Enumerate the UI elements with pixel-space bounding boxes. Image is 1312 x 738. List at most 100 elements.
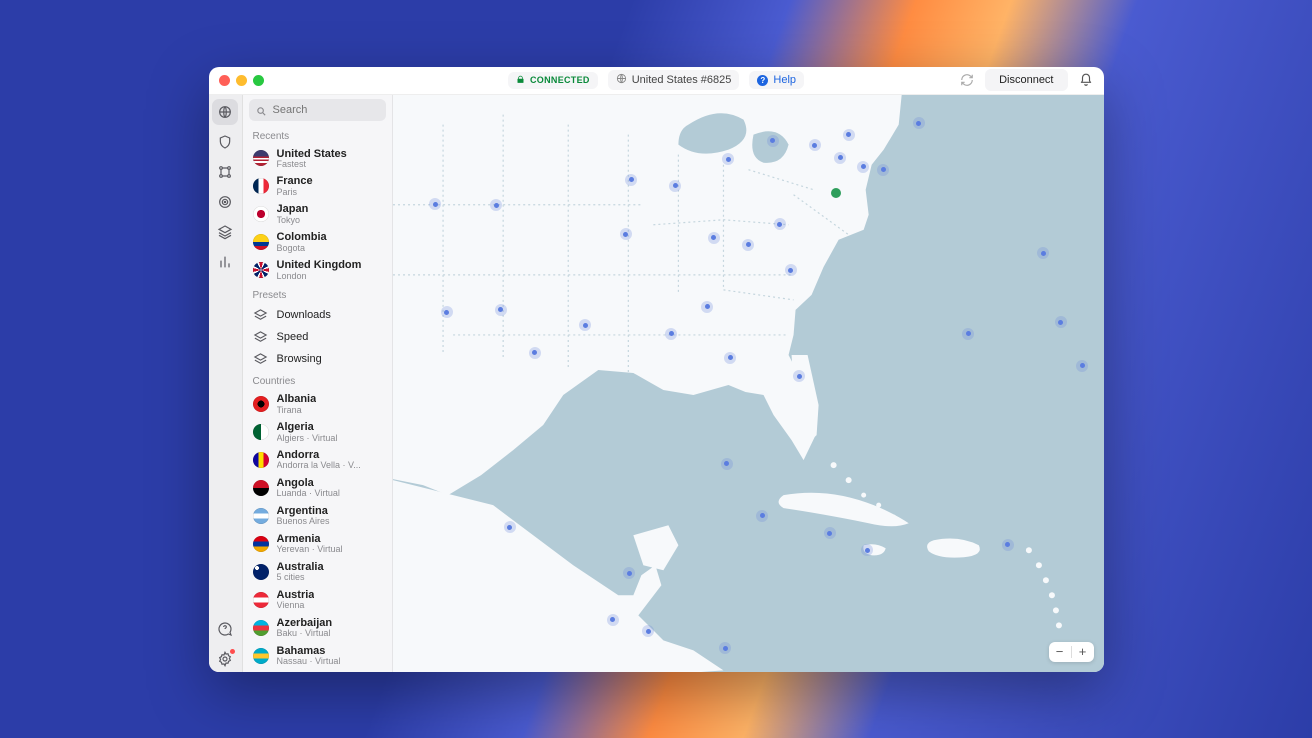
map-marker[interactable] xyxy=(441,306,453,318)
country-algeria[interactable]: Algeria Algiers · Virtual xyxy=(243,418,392,446)
map-marker[interactable] xyxy=(843,129,855,141)
nav-layers[interactable] xyxy=(212,219,238,245)
entry-sub: Baku · Virtual xyxy=(277,629,333,639)
country-angola[interactable]: Angola Luanda · Virtual xyxy=(243,474,392,502)
help-pill[interactable]: ? Help xyxy=(749,71,804,89)
flag-icon xyxy=(253,648,269,664)
zoom-control: − + xyxy=(1049,642,1094,662)
entry-name: Austria xyxy=(277,589,315,601)
layers-icon xyxy=(253,307,269,323)
nav-stats[interactable] xyxy=(212,249,238,275)
sidebar-scroll[interactable]: Recents United States Fastest France Par… xyxy=(243,125,392,672)
flag-icon xyxy=(253,592,269,608)
entry-sub: Buenos Aires xyxy=(277,517,330,527)
map-marker[interactable] xyxy=(1076,360,1088,372)
zoom-out-button[interactable]: − xyxy=(1049,642,1071,662)
country-armenia[interactable]: Armenia Yerevan · Virtual xyxy=(243,530,392,558)
map-marker[interactable] xyxy=(824,527,836,539)
nav-radar[interactable] xyxy=(212,189,238,215)
entry-sub: Bogota xyxy=(277,244,327,254)
entry-name: Angola xyxy=(277,477,340,489)
map-marker[interactable] xyxy=(913,117,925,129)
map-marker[interactable] xyxy=(877,164,889,176)
map-marker[interactable] xyxy=(756,510,768,522)
preset-label: Downloads xyxy=(277,309,331,321)
recent-united-states[interactable]: United States Fastest xyxy=(243,145,392,173)
map-marker[interactable] xyxy=(857,161,869,173)
section-countries: Countries xyxy=(243,370,392,390)
country-argentina[interactable]: Argentina Buenos Aires xyxy=(243,502,392,530)
lock-icon xyxy=(516,75,525,86)
map-marker[interactable] xyxy=(724,352,736,364)
minimize-window-icon[interactable] xyxy=(236,75,247,86)
server-label: United States #6825 xyxy=(632,74,732,86)
entry-name: United States xyxy=(277,148,347,160)
country-australia[interactable]: Australia 5 cities xyxy=(243,558,392,586)
flag-icon xyxy=(253,150,269,166)
entry-sub: Andorra la Vella · V... xyxy=(277,461,361,471)
country-austria[interactable]: Austria Vienna xyxy=(243,586,392,614)
entry-name: Albania xyxy=(277,393,317,405)
search-input[interactable] xyxy=(249,99,386,121)
zoom-in-button[interactable]: + xyxy=(1072,642,1094,662)
map-marker[interactable] xyxy=(504,521,516,533)
map-marker[interactable] xyxy=(1002,539,1014,551)
preset-speed[interactable]: Speed xyxy=(243,326,392,348)
recent-colombia[interactable]: Colombia Bogota xyxy=(243,228,392,256)
entry-name: United Kingdom xyxy=(277,259,362,271)
search-icon xyxy=(256,104,267,122)
server-pill[interactable]: United States #6825 xyxy=(608,70,740,90)
sidebar: Recents United States Fastest France Par… xyxy=(243,95,393,672)
recent-japan[interactable]: Japan Tokyo xyxy=(243,200,392,228)
maximize-window-icon[interactable] xyxy=(253,75,264,86)
entry-sub: London xyxy=(277,272,362,282)
flag-icon xyxy=(253,480,269,496)
map-marker[interactable] xyxy=(607,614,619,626)
map-marker[interactable] xyxy=(721,458,733,470)
layers-icon xyxy=(253,351,269,367)
map-marker[interactable] xyxy=(767,135,779,147)
recent-france[interactable]: France Paris xyxy=(243,172,392,200)
disconnect-button[interactable]: Disconnect xyxy=(985,69,1067,91)
nav-mesh[interactable] xyxy=(212,159,238,185)
entry-name: Bahamas xyxy=(277,645,341,657)
preset-browsing[interactable]: Browsing xyxy=(243,348,392,370)
titlebar-right: Disconnect xyxy=(959,69,1093,91)
entry-sub: 5 cities xyxy=(277,573,324,583)
map-marker[interactable] xyxy=(809,139,821,151)
map-view[interactable]: − + xyxy=(393,95,1104,672)
recent-united-kingdom[interactable]: United Kingdom London xyxy=(243,256,392,284)
nav-shield[interactable] xyxy=(212,129,238,155)
preset-label: Speed xyxy=(277,331,309,343)
map-marker[interactable] xyxy=(495,304,507,316)
entry-name: Argentina xyxy=(277,505,330,517)
country-albania[interactable]: Albania Tirana xyxy=(243,390,392,418)
country-azerbaijan[interactable]: Azerbaijan Baku · Virtual xyxy=(243,614,392,642)
nav-settings[interactable] xyxy=(212,646,238,672)
map-marker[interactable] xyxy=(620,228,632,240)
preset-downloads[interactable]: Downloads xyxy=(243,304,392,326)
window-controls xyxy=(219,75,264,86)
map-marker[interactable] xyxy=(529,347,541,359)
flag-icon xyxy=(253,564,269,580)
country-andorra[interactable]: Andorra Andorra la Vella · V... xyxy=(243,446,392,474)
entry-name: Azerbaijan xyxy=(277,617,333,629)
globe-icon xyxy=(616,73,627,87)
close-window-icon[interactable] xyxy=(219,75,230,86)
map-marker[interactable] xyxy=(708,232,720,244)
flag-icon xyxy=(253,452,269,468)
nav-support[interactable] xyxy=(212,616,238,642)
map-marker[interactable] xyxy=(742,239,754,251)
flag-icon xyxy=(253,620,269,636)
country-bahamas[interactable]: Bahamas Nassau · Virtual xyxy=(243,642,392,670)
map-marker-connected[interactable] xyxy=(831,188,841,198)
refresh-icon[interactable] xyxy=(959,72,975,88)
connection-status-label: CONNECTED xyxy=(530,75,590,85)
app-body: Recents United States Fastest France Par… xyxy=(209,95,1104,672)
entry-name: Australia xyxy=(277,561,324,573)
layers-icon xyxy=(253,329,269,345)
help-icon: ? xyxy=(757,75,768,86)
notification-bell-icon[interactable] xyxy=(1078,72,1094,88)
entry-sub: Algiers · Virtual xyxy=(277,434,338,444)
nav-globe[interactable] xyxy=(212,99,238,125)
